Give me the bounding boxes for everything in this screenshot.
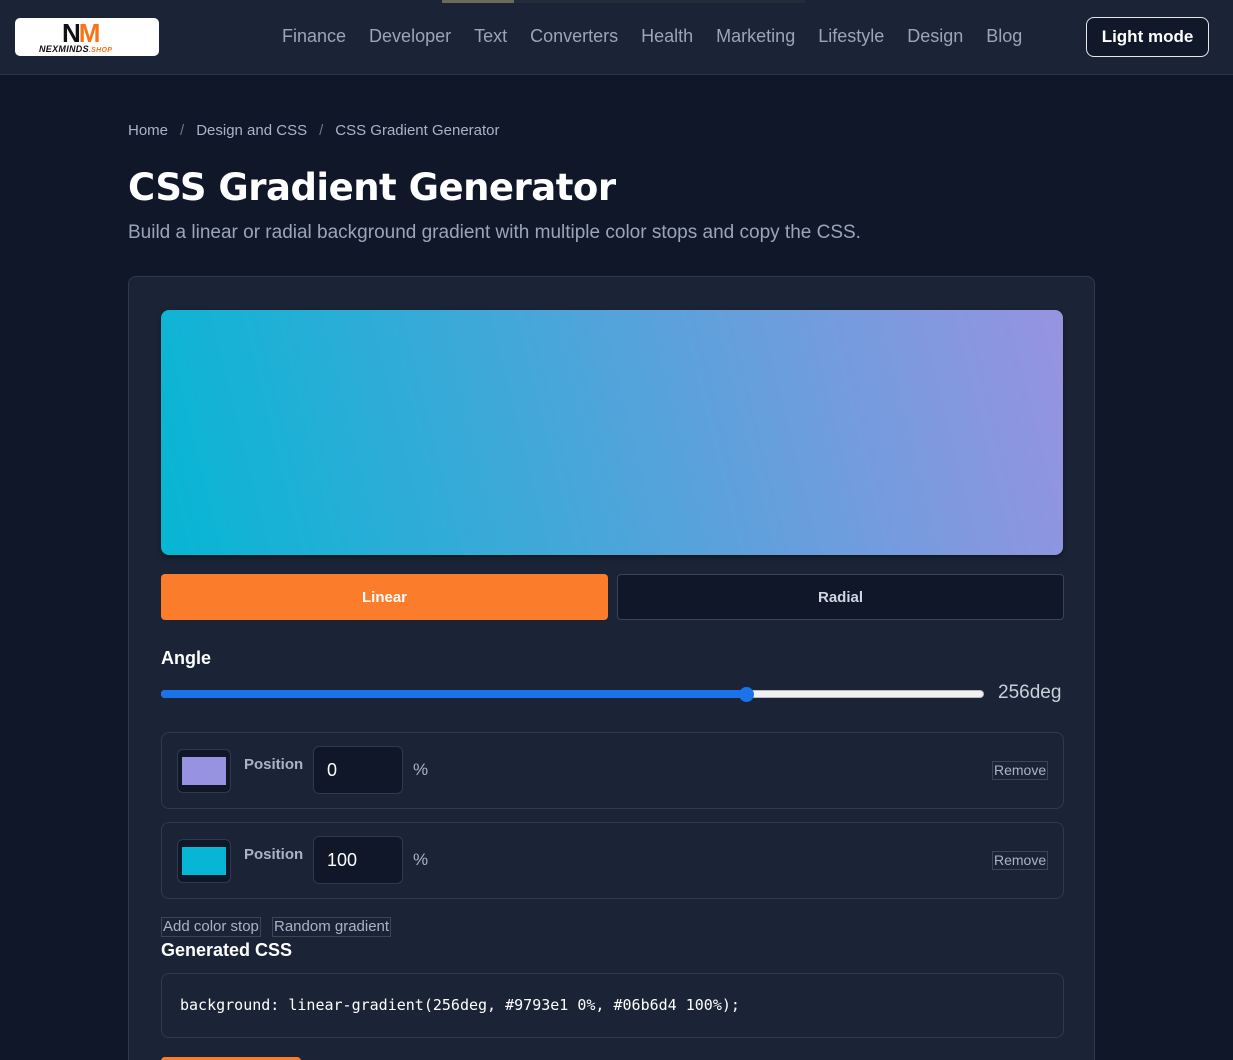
nav-health[interactable]: Health — [641, 24, 693, 48]
top-navigation-bar: NM NEXMINDS.SHOP Finance Developer Text … — [0, 0, 1233, 75]
percent-unit: % — [413, 760, 429, 779]
generated-css-code[interactable]: background: linear-gradient(256deg, #979… — [180, 996, 740, 1014]
position-label: Position — [244, 756, 304, 773]
logo-wordmark: NEXMINDS.SHOP — [39, 44, 113, 54]
nav-blog[interactable]: Blog — [986, 24, 1022, 48]
generator-card: Linear Radial Angle 256deg Position % Re… — [128, 276, 1095, 1060]
random-gradient-button[interactable]: Random gradient — [272, 917, 392, 937]
nav-text[interactable]: Text — [474, 24, 507, 48]
page-subtitle: Build a linear or radial background grad… — [128, 222, 861, 243]
position-input[interactable] — [313, 836, 403, 884]
nav-marketing[interactable]: Marketing — [716, 24, 795, 48]
angle-slider[interactable] — [161, 687, 984, 702]
nav-design[interactable]: Design — [907, 24, 963, 48]
position-label: Position — [244, 846, 304, 863]
nav-developer[interactable]: Developer — [369, 24, 451, 48]
percent-unit: % — [413, 850, 429, 869]
page-title: CSS Gradient Generator — [128, 166, 616, 209]
breadcrumb-category[interactable]: Design and CSS — [196, 122, 307, 139]
color-picker[interactable] — [177, 839, 231, 883]
color-swatch — [182, 847, 226, 875]
generated-css-box[interactable]: background: linear-gradient(256deg, #979… — [161, 973, 1064, 1038]
generated-css-label: Generated CSS — [161, 940, 293, 960]
angle-label: Angle — [161, 648, 212, 668]
loading-indicator — [442, 0, 805, 3]
main-nav: Finance Developer Text Converters Health… — [282, 24, 1045, 48]
breadcrumb-separator: / — [180, 122, 185, 139]
breadcrumb: Home / Design and CSS / CSS Gradient Gen… — [128, 122, 500, 139]
nav-converters[interactable]: Converters — [530, 24, 618, 48]
slider-fill — [161, 690, 747, 698]
color-swatch — [182, 757, 226, 785]
radial-type-button[interactable]: Radial — [617, 574, 1064, 620]
site-logo[interactable]: NM NEXMINDS.SHOP — [15, 18, 159, 56]
breadcrumb-separator: / — [319, 122, 324, 139]
nav-finance[interactable]: Finance — [282, 24, 346, 48]
position-input[interactable] — [313, 746, 403, 794]
breadcrumb-current: CSS Gradient Generator — [335, 122, 500, 139]
remove-stop-button[interactable]: Remove — [992, 761, 1049, 780]
nav-lifestyle[interactable]: Lifestyle — [818, 24, 884, 48]
light-mode-button[interactable]: Light mode — [1086, 17, 1209, 57]
slider-thumb[interactable] — [739, 687, 755, 702]
color-stop-row: Position % Remove — [161, 822, 1064, 899]
gradient-preview — [161, 310, 1063, 555]
breadcrumb-home[interactable]: Home — [128, 122, 168, 139]
color-picker[interactable] — [177, 749, 231, 793]
linear-type-button[interactable]: Linear — [161, 574, 608, 620]
remove-stop-button[interactable]: Remove — [992, 851, 1049, 870]
color-stop-row: Position % Remove — [161, 732, 1064, 809]
add-color-stop-button[interactable]: Add color stop — [161, 917, 261, 937]
angle-value: 256deg — [998, 682, 1062, 703]
